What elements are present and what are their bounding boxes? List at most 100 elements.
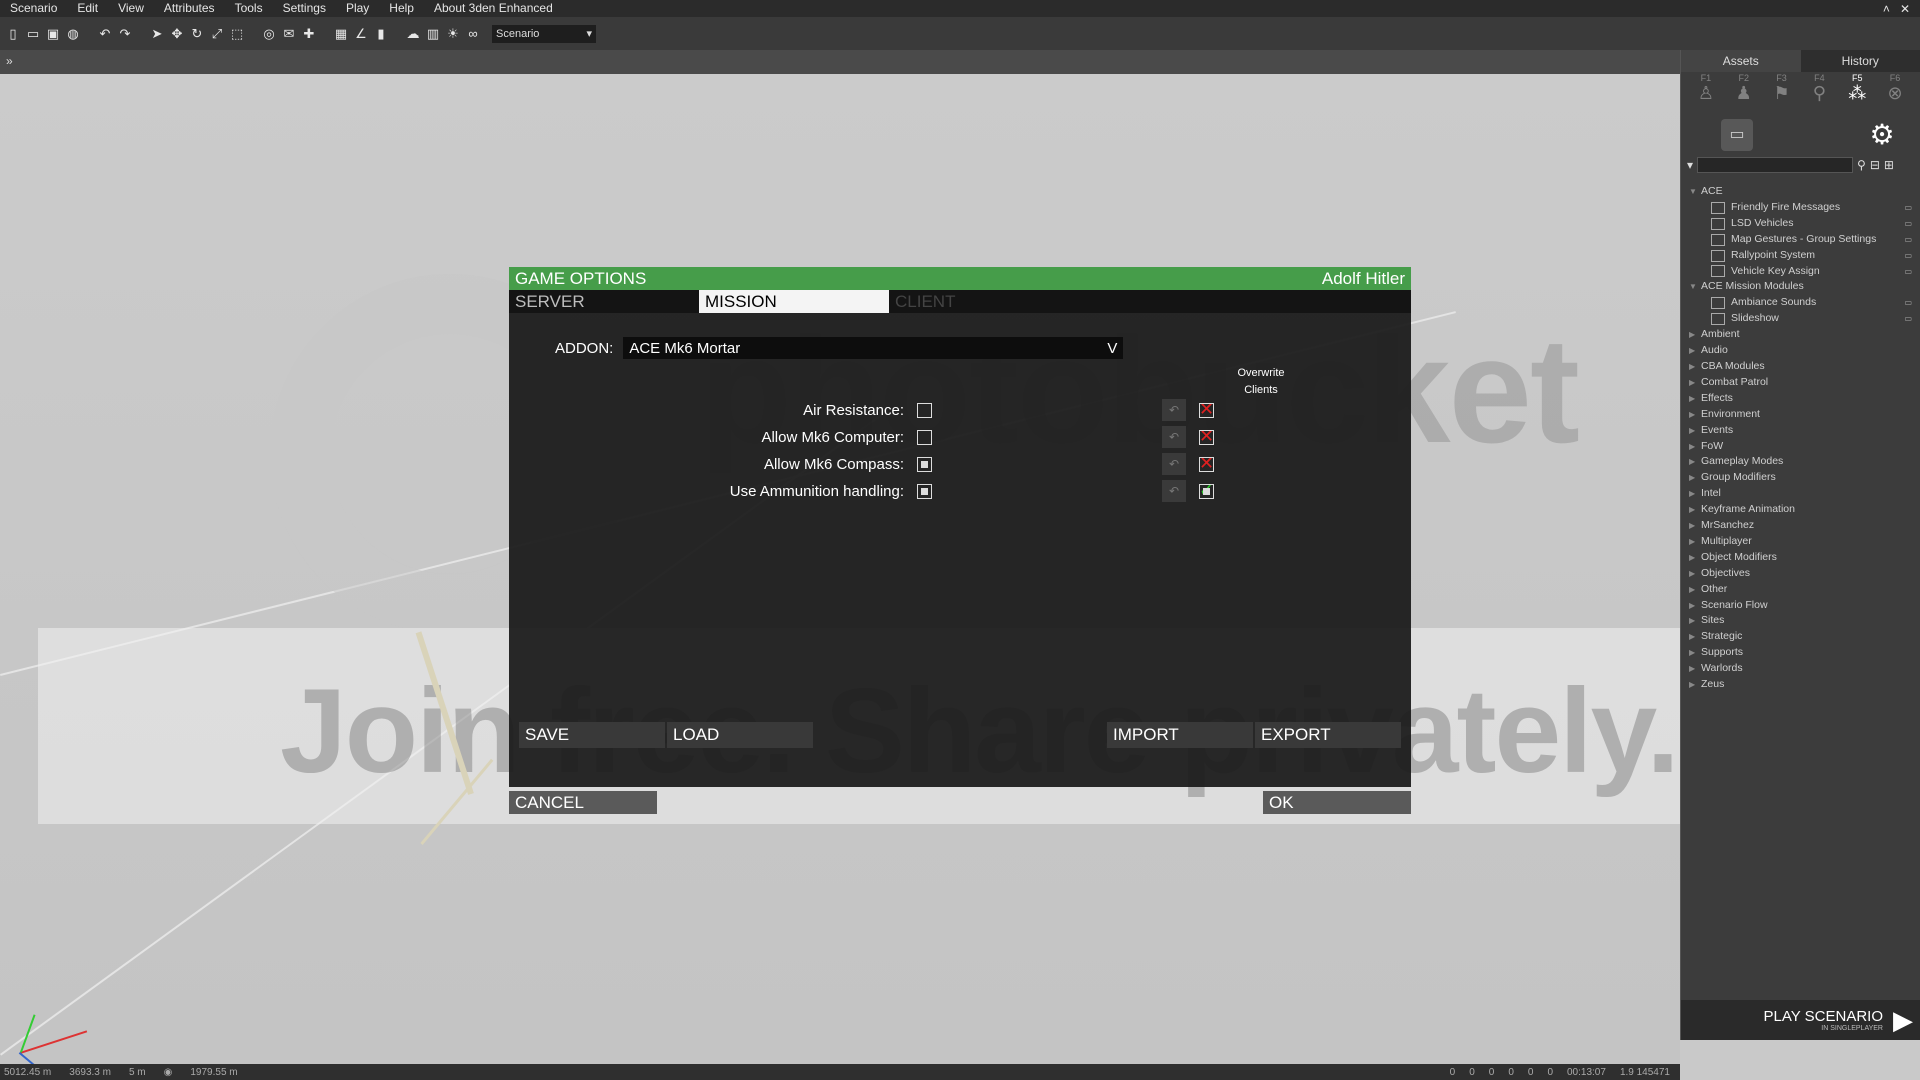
menu-edit[interactable]: Edit — [67, 0, 108, 17]
collapse-all-icon[interactable]: ⊟ — [1870, 158, 1880, 172]
tree-category[interactable]: ▶ Keyframe Animation — [1689, 502, 1920, 518]
tree-category[interactable]: ▶ Gameplay Modes — [1689, 454, 1920, 470]
overwrite-checkbox[interactable] — [1199, 430, 1214, 445]
reset-icon[interactable]: ↶ — [1162, 426, 1186, 448]
save-button[interactable]: SAVE — [519, 722, 665, 748]
tab-triggers[interactable]: F3 ⚑ — [1768, 73, 1796, 104]
reset-icon[interactable]: ↶ — [1162, 480, 1186, 502]
menu-attributes[interactable]: Attributes — [154, 0, 225, 17]
chevron-right-icon[interactable]: ▶ — [1689, 454, 1701, 470]
collapse-tree-icon[interactable]: ▾ — [1687, 158, 1693, 172]
chevron-right-icon[interactable]: ▶ — [1689, 439, 1701, 455]
menu-tools[interactable]: Tools — [225, 0, 273, 17]
bars-icon[interactable]: ▥ — [424, 25, 442, 43]
area-icon[interactable]: ⬚ — [228, 25, 246, 43]
save-icon[interactable]: ▣ — [44, 25, 62, 43]
tab-objects[interactable]: F1 ♙ — [1692, 73, 1720, 104]
chevron-right-icon[interactable]: ▶ — [1689, 661, 1701, 677]
scale-icon[interactable]: ⤢ — [208, 25, 226, 43]
tree-category[interactable]: ▶ Scenario Flow — [1689, 598, 1920, 614]
expand-panel-icon[interactable]: » — [6, 54, 13, 68]
close-icon[interactable]: ✕ — [1900, 2, 1910, 16]
chevron-right-icon[interactable]: ▶ — [1689, 534, 1701, 550]
grid-icon[interactable]: ▦ — [332, 25, 350, 43]
tree-category[interactable]: ▶ Audio — [1689, 343, 1920, 359]
option-checkbox[interactable] — [917, 430, 932, 445]
tab-server[interactable]: SERVER — [509, 290, 699, 313]
chevron-right-icon[interactable]: ▶ — [1689, 359, 1701, 375]
tree-item[interactable]: Friendly Fire Messages ▭ — [1689, 200, 1920, 216]
option-checkbox[interactable] — [917, 484, 932, 499]
tree-item[interactable]: Map Gestures - Group Settings ▭ — [1689, 232, 1920, 248]
chevron-right-icon[interactable]: ▶ — [1689, 375, 1701, 391]
tree-category[interactable]: ▶ Object Modifiers — [1689, 550, 1920, 566]
chevron-right-icon[interactable]: ▶ — [1689, 629, 1701, 645]
chevron-right-icon[interactable]: ▶ — [1689, 423, 1701, 439]
load-button[interactable]: LOAD — [667, 722, 813, 748]
option-checkbox[interactable] — [917, 403, 932, 418]
binoculars-icon[interactable]: ∞ — [464, 25, 482, 43]
chevron-right-icon[interactable]: ▶ — [1689, 327, 1701, 343]
chevron-right-icon[interactable]: ▶ — [1689, 598, 1701, 614]
tree-category[interactable]: ▶ Effects — [1689, 391, 1920, 407]
ok-button[interactable]: OK — [1263, 791, 1411, 814]
tab-waypoints[interactable]: F4 ⚲ — [1805, 73, 1833, 104]
tree-category[interactable]: ▶ FoW — [1689, 439, 1920, 455]
crosshair-icon[interactable]: ✚ — [300, 25, 318, 43]
overwrite-checkbox[interactable] — [1199, 484, 1214, 499]
tree-category[interactable]: ▶ Sites — [1689, 613, 1920, 629]
chevron-right-icon[interactable]: ▶ — [1689, 566, 1701, 582]
overwrite-checkbox[interactable] — [1199, 403, 1214, 418]
tree-category[interactable]: ▶ Warlords — [1689, 661, 1920, 677]
open-folder-icon[interactable]: ▭ — [24, 25, 42, 43]
undo-icon[interactable]: ↶ — [96, 25, 114, 43]
tree-category[interactable]: ▶ Multiplayer — [1689, 534, 1920, 550]
chevron-down-icon[interactable]: ▼ — [1689, 279, 1701, 295]
chevron-right-icon[interactable]: ▶ — [1689, 502, 1701, 518]
chevron-right-icon[interactable]: ▶ — [1689, 582, 1701, 598]
tab-mission[interactable]: MISSION — [699, 290, 889, 313]
globe-icon[interactable]: ◎ — [260, 25, 278, 43]
tree-item[interactable]: Vehicle Key Assign ▭ — [1689, 264, 1920, 280]
option-checkbox[interactable] — [917, 457, 932, 472]
tree-item[interactable]: LSD Vehicles ▭ — [1689, 216, 1920, 232]
select-icon[interactable]: ➤ — [148, 25, 166, 43]
chevron-right-icon[interactable]: ▶ — [1689, 407, 1701, 423]
chevron-right-icon[interactable]: ▶ — [1689, 677, 1701, 693]
tree-item[interactable]: Rallypoint System ▭ — [1689, 248, 1920, 264]
chevron-right-icon[interactable]: ▶ — [1689, 645, 1701, 661]
tab-client[interactable]: CLIENT — [889, 290, 1079, 313]
ruler-icon[interactable]: ▮ — [372, 25, 390, 43]
tree-category[interactable]: ▼ ACE Mission Modules — [1689, 279, 1920, 295]
chevron-down-icon[interactable]: ▼ — [1689, 184, 1701, 200]
menu-view[interactable]: View — [108, 0, 154, 17]
overwrite-checkbox[interactable] — [1199, 457, 1214, 472]
reset-icon[interactable]: ↶ — [1162, 453, 1186, 475]
tab-markers[interactable]: F6 ⊗ — [1881, 73, 1909, 104]
chevron-right-icon[interactable]: ▶ — [1689, 470, 1701, 486]
assets-search-input[interactable] — [1697, 157, 1854, 173]
tree-category[interactable]: ▶ CBA Modules — [1689, 359, 1920, 375]
chevron-right-icon[interactable]: ▶ — [1689, 391, 1701, 407]
move-icon[interactable]: ✥ — [168, 25, 186, 43]
menu-play[interactable]: Play — [336, 0, 379, 17]
tree-category[interactable]: ▶ Zeus — [1689, 677, 1920, 693]
tree-category[interactable]: ▶ Combat Patrol — [1689, 375, 1920, 391]
tree-category[interactable]: ▶ Events — [1689, 423, 1920, 439]
menu-scenario[interactable]: Scenario — [0, 0, 67, 17]
angle-icon[interactable]: ∠ — [352, 25, 370, 43]
empty-slot-icon[interactable]: ▭ — [1721, 119, 1753, 151]
tree-category[interactable]: ▼ ACE — [1689, 184, 1920, 200]
tree-category[interactable]: ▶ Intel — [1689, 486, 1920, 502]
scenario-select[interactable]: Scenario ▾ — [492, 24, 596, 43]
chevron-right-icon[interactable]: ▶ — [1689, 518, 1701, 534]
tree-category[interactable]: ▶ Ambient — [1689, 327, 1920, 343]
cancel-button[interactable]: CANCEL — [509, 791, 657, 814]
import-button[interactable]: IMPORT — [1107, 722, 1253, 748]
addon-select[interactable]: ACE Mk6 Mortar V — [623, 337, 1124, 359]
search-icon[interactable]: ⚲ — [1857, 158, 1866, 172]
tree-category[interactable]: ▶ Supports — [1689, 645, 1920, 661]
envelope-icon[interactable]: ✉ — [280, 25, 298, 43]
chevron-right-icon[interactable]: ▶ — [1689, 343, 1701, 359]
tab-history[interactable]: History — [1801, 50, 1920, 72]
